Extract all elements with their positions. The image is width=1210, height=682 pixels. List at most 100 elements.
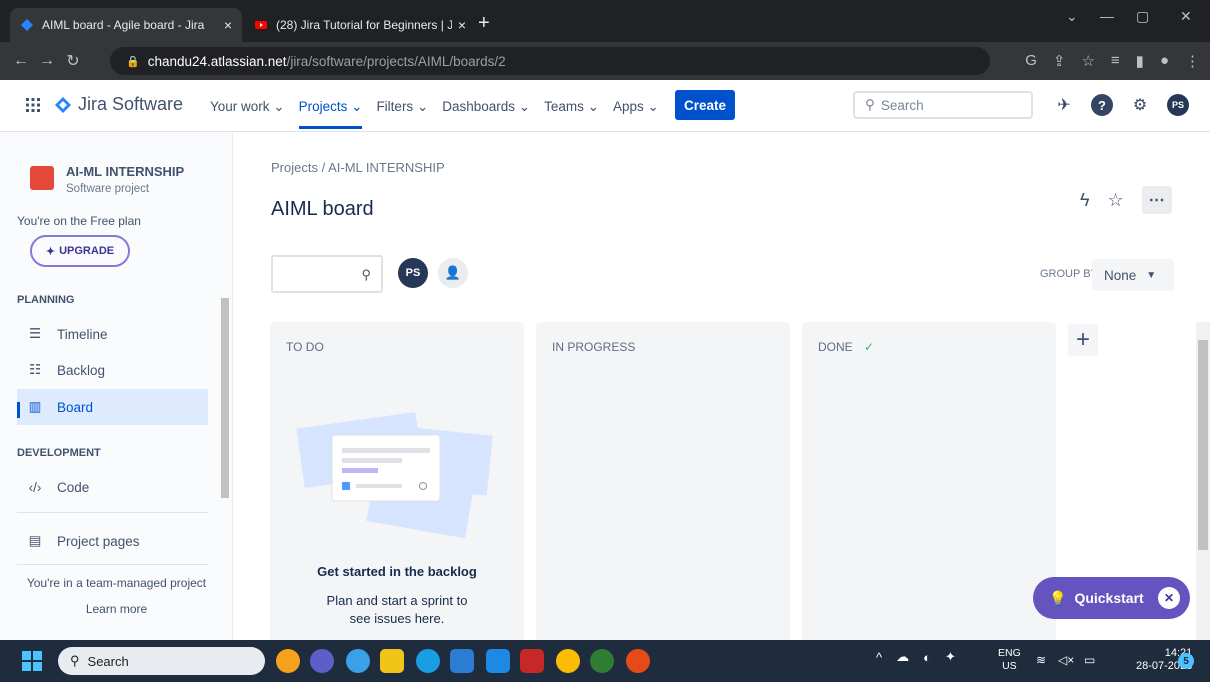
board-search-input[interactable]: ⚲ xyxy=(271,255,383,293)
star-icon[interactable]: ☆ xyxy=(1108,190,1124,211)
profile-icon[interactable]: ● xyxy=(1160,52,1169,70)
notifications-megaphone-icon[interactable]: ✈ xyxy=(1053,94,1075,116)
jira-logo[interactable]: Jira Software xyxy=(54,94,183,115)
project-avatar-icon xyxy=(30,166,54,190)
close-icon[interactable]: ✕ xyxy=(1158,587,1180,609)
add-column-button[interactable]: + xyxy=(1068,324,1098,356)
pages-icon: ▤ xyxy=(28,533,42,548)
share-icon[interactable]: ⇪ xyxy=(1053,52,1066,70)
column-header: IN PROGRESS xyxy=(552,340,636,354)
plan-label: You're on the Free plan xyxy=(17,214,141,228)
upgrade-button[interactable]: ✦ UPGRADE xyxy=(30,235,130,267)
browser-menu-icon[interactable]: ⋮ xyxy=(1185,52,1200,70)
taskbar-app-icon[interactable] xyxy=(276,649,300,673)
tab-close-icon[interactable]: × xyxy=(224,17,232,33)
nav-filters[interactable]: Filters ⌄ xyxy=(376,99,428,129)
sidebar-item-label: Project pages xyxy=(57,533,140,549)
project-name[interactable]: AI-ML INTERNSHIP xyxy=(66,164,184,179)
sidebar-item-label: Backlog xyxy=(57,362,106,378)
back-icon[interactable]: ← xyxy=(8,52,34,70)
add-people-icon[interactable]: 👤 xyxy=(438,258,468,288)
help-icon[interactable]: ? xyxy=(1091,94,1113,116)
reload-icon[interactable]: ↻ xyxy=(60,51,86,71)
board-scroll-thumb[interactable] xyxy=(1198,340,1208,550)
file-explorer-icon[interactable] xyxy=(380,649,404,673)
battery-icon[interactable]: ▭ xyxy=(1084,653,1095,667)
tray-app-icon[interactable]: ✦ xyxy=(945,649,956,665)
chevron-down-icon: ▼ xyxy=(1146,269,1157,281)
tab-search-icon[interactable]: ⌄ xyxy=(1066,8,1078,25)
window-close-icon[interactable]: ✕ xyxy=(1180,8,1192,25)
chrome-profile-icon[interactable] xyxy=(626,649,650,673)
sidebar-item-project-pages[interactable]: ▤ Project pages xyxy=(17,523,208,559)
tab-close-icon[interactable]: × xyxy=(458,17,466,33)
browser-tab-youtube[interactable]: (28) Jira Tutorial for Beginners | J × xyxy=(244,8,476,42)
settings-gear-icon[interactable]: ⚙ xyxy=(1129,94,1151,116)
browser-tab-jira[interactable]: AIML board - Agile board - Jira × xyxy=(10,8,242,42)
sidebar-item-backlog[interactable]: ☷ Backlog xyxy=(17,352,208,388)
sidebar-item-timeline[interactable]: ☰ Timeline xyxy=(17,316,208,352)
create-button[interactable]: Create xyxy=(675,90,735,120)
taskbar-app-icon[interactable] xyxy=(346,649,370,673)
sidebar-divider xyxy=(17,512,208,513)
group-by-select[interactable]: None ▼ xyxy=(1092,259,1174,291)
mcafee-icon[interactable] xyxy=(520,649,544,673)
user-avatar[interactable]: PS xyxy=(1167,94,1189,116)
nav-dashboards[interactable]: Dashboards ⌄ xyxy=(442,99,530,129)
teams-chat-icon[interactable] xyxy=(310,649,334,673)
url-host: chandu24.atlassian.net xyxy=(147,53,287,69)
chrome-icon[interactable] xyxy=(556,649,580,673)
wifi-icon[interactable]: ≋ xyxy=(1036,653,1046,667)
quickstart-button[interactable]: 💡 Quickstart ✕ xyxy=(1033,577,1190,619)
user-filter-avatar[interactable]: PS xyxy=(398,258,428,288)
edge-browser-icon[interactable] xyxy=(416,649,440,673)
address-bar[interactable]: 🔒 chandu24.atlassian.net/jira/software/p… xyxy=(110,47,990,75)
sidebar-scroll-thumb[interactable] xyxy=(221,298,229,498)
empty-state-description: Plan and start a sprint to see issues he… xyxy=(326,593,468,626)
sidebar-item-board[interactable]: ▥ Board xyxy=(17,389,208,425)
automation-bolt-icon[interactable]: ϟ xyxy=(1080,190,1090,211)
store-icon[interactable] xyxy=(450,649,474,673)
nav-your-work[interactable]: Your work ⌄ xyxy=(210,99,285,129)
empty-state-title: Get started in the backlog xyxy=(317,564,477,579)
top-nav: Your work ⌄ Projects ⌄ Filters ⌄ Dashboa… xyxy=(210,99,673,129)
maximize-icon[interactable]: ▢ xyxy=(1136,8,1149,25)
url-path: /jira/software/projects/AIML/boards/2 xyxy=(286,53,506,69)
nav-projects[interactable]: Projects ⌄ xyxy=(298,99,363,129)
code-icon: ‹/› xyxy=(28,479,42,495)
sidebar-scrollbar[interactable] xyxy=(218,280,231,570)
nav-apps[interactable]: Apps ⌄ xyxy=(613,99,659,129)
side-panel-icon[interactable]: ▮ xyxy=(1136,52,1144,70)
windows-taskbar: ⚲ Search ^ ☁ ◐ ✦ ENG US ≋ ◁× ▭ 14:21 28-… xyxy=(0,640,1210,682)
google-icon[interactable]: G xyxy=(1025,52,1037,70)
sidebar-item-code[interactable]: ‹/› Code xyxy=(17,469,208,505)
windows-start-icon[interactable] xyxy=(22,651,42,671)
taskbar-search[interactable]: ⚲ Search xyxy=(58,647,265,675)
planning-heading: PLANNING xyxy=(17,294,75,306)
language-indicator[interactable]: ENG US xyxy=(998,647,1021,673)
taskbar-app-icon[interactable] xyxy=(486,649,510,673)
breadcrumb[interactable]: Projects / AI-ML INTERNSHIP xyxy=(271,160,445,175)
volume-icon[interactable]: ◁× xyxy=(1058,653,1074,667)
taskbar-search-label: Search xyxy=(87,653,129,669)
quickstart-label: Quickstart xyxy=(1074,590,1144,606)
board-scrollbar[interactable] xyxy=(1196,322,1210,640)
forward-icon[interactable]: → xyxy=(34,52,60,70)
reading-list-icon[interactable]: ≡ xyxy=(1111,52,1120,70)
project-type: Software project xyxy=(66,183,150,195)
notification-badge[interactable]: 5 xyxy=(1178,653,1194,669)
search-input[interactable]: ⚲ Search xyxy=(853,91,1033,119)
timeline-icon: ☰ xyxy=(28,326,42,341)
more-actions-icon[interactable]: ⋯ xyxy=(1141,186,1172,214)
team-managed-note: You're in a team-managed project xyxy=(26,576,207,590)
bookmark-star-icon[interactable]: ☆ xyxy=(1081,52,1094,70)
app-switcher-icon[interactable] xyxy=(26,98,40,112)
nav-teams[interactable]: Teams ⌄ xyxy=(544,99,599,129)
tray-overflow-icon[interactable]: ^ xyxy=(876,650,882,665)
taskbar-app-icon[interactable] xyxy=(590,649,614,673)
weather-icon[interactable]: ☁ xyxy=(896,649,909,665)
tray-app-icon[interactable]: ◐ xyxy=(923,650,931,665)
learn-more-link[interactable]: Learn more xyxy=(0,602,232,616)
minimize-icon[interactable]: — xyxy=(1100,8,1114,24)
new-tab-button[interactable]: + xyxy=(478,12,490,35)
